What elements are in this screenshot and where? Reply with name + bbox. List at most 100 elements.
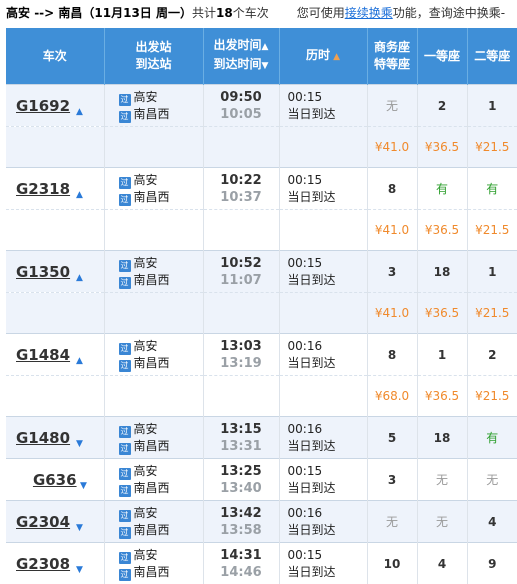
second-price: ¥21.5	[467, 127, 517, 168]
to-station-name: 南昌西	[134, 107, 170, 121]
expand-up-icon[interactable]: ▲	[76, 356, 83, 366]
train-code-link[interactable]: G2304	[16, 513, 70, 531]
pass-badge-icon: 过	[119, 177, 131, 189]
departure-time: 14:31	[204, 547, 279, 564]
pass-badge-icon: 过	[119, 277, 131, 289]
times-cell: 09:5010:05	[203, 85, 279, 127]
col-duration-label: 历时	[306, 48, 330, 62]
train-code-link[interactable]: G1692	[16, 97, 70, 115]
second-seat-cell: 9	[467, 543, 517, 584]
train-code-link[interactable]: G636	[33, 471, 77, 489]
train-cell: G1692 ▲	[6, 85, 104, 127]
pass-badge-icon: 过	[119, 260, 131, 272]
business-seat-cell: 3	[367, 459, 417, 501]
train-row[interactable]: G2304▼过高安过南昌西13:4213:5800:16当日到达无无4	[6, 501, 517, 543]
train-code-link[interactable]: G1350	[16, 263, 70, 281]
first-seat-cell: 2	[417, 85, 467, 127]
pass-badge-icon: 过	[119, 426, 131, 438]
price-spacer	[104, 293, 203, 334]
col-header-first: 一等座	[417, 28, 467, 85]
first-seat-cell: 无	[417, 501, 467, 543]
train-code-link[interactable]: G2308	[16, 555, 70, 573]
to-city: 南昌	[58, 6, 82, 20]
to-station-name: 南昌西	[134, 565, 170, 579]
train-row[interactable]: G2318▲过高安过南昌西10:2210:3700:15当日到达8有有	[6, 168, 517, 210]
from-station: 过高安	[119, 172, 203, 189]
second-seat-cell: 4	[467, 501, 517, 543]
second-seat-cell: 1	[467, 251, 517, 293]
times-cell: 10:5211:07	[203, 251, 279, 293]
duration-value: 00:16	[288, 421, 367, 438]
col-time-label-1: 出发时间	[214, 38, 262, 52]
hint-prefix: 您可使用	[297, 6, 345, 20]
duration-value: 00:15	[288, 547, 367, 564]
business-seat-cell: 10	[367, 543, 417, 584]
col-header-times[interactable]: 出发时间▲ 到达时间▼	[203, 28, 279, 85]
arrival-day: 当日到达	[288, 106, 367, 123]
duration-cell: 00:16当日到达	[279, 417, 367, 459]
train-row[interactable]: G636▼过高安过南昌西13:2513:4000:15当日到达3无无	[6, 459, 517, 501]
sort-duration-icon[interactable]: ▲	[330, 52, 340, 62]
col-business-label-2: 特等座	[368, 56, 417, 73]
train-cell: G2318 ▲	[6, 168, 104, 210]
expand-down-icon[interactable]: ▼	[80, 481, 87, 491]
train-row[interactable]: G2308▼过高安过南昌西14:3114:4600:15当日到达1049	[6, 543, 517, 584]
sort-desc-icon[interactable]: ▼	[262, 61, 269, 71]
train-code-link[interactable]: G2318	[16, 180, 70, 198]
col-header-business: 商务座 特等座	[367, 28, 417, 85]
from-station: 过高安	[119, 89, 203, 106]
train-row[interactable]: G1692▲过高安过南昌西09:5010:0500:15当日到达无21	[6, 85, 517, 127]
second-seat-count: 1	[488, 265, 496, 279]
stations-cell: 过高安过南昌西	[104, 459, 203, 501]
train-row[interactable]: G1350▲过高安过南昌西10:5211:0700:15当日到达3181	[6, 251, 517, 293]
times-cell: 10:2210:37	[203, 168, 279, 210]
arrival-time: 10:05	[204, 106, 279, 123]
expand-up-icon[interactable]: ▲	[76, 107, 83, 117]
col-train-label: 车次	[43, 49, 67, 63]
from-station: 过高安	[119, 547, 203, 564]
second-seat-cell: 2	[467, 334, 517, 376]
pass-badge-icon: 过	[119, 111, 131, 123]
price-row: ¥41.0¥36.5¥21.5	[6, 210, 517, 251]
arrival-time: 10:37	[204, 189, 279, 206]
to-station: 过南昌西	[119, 522, 203, 539]
from-station-name: 高安	[134, 90, 158, 104]
pass-badge-icon: 过	[119, 194, 131, 206]
from-station-name: 高安	[134, 422, 158, 436]
first-seat-count: 2	[438, 99, 446, 113]
pass-badge-icon: 过	[119, 569, 131, 581]
expand-down-icon[interactable]: ▼	[76, 523, 83, 533]
train-code-link[interactable]: G1484	[16, 346, 70, 364]
price-spacer	[279, 293, 367, 334]
sort-asc-icon[interactable]: ▲	[262, 42, 269, 52]
from-station-name: 高安	[134, 548, 158, 562]
from-station-name: 高安	[134, 464, 158, 478]
from-station: 过高安	[119, 255, 203, 272]
expand-down-icon[interactable]: ▼	[76, 439, 83, 449]
price-spacer	[6, 127, 104, 168]
from-station-name: 高安	[134, 256, 158, 270]
train-row[interactable]: G1480▼过高安过南昌西13:1513:3100:16当日到达518有	[6, 417, 517, 459]
train-code-link[interactable]: G1480	[16, 429, 70, 447]
business-price: ¥41.0	[367, 293, 417, 334]
departure-time: 13:03	[204, 338, 279, 355]
to-station-name: 南昌西	[134, 523, 170, 537]
duration-cell: 00:15当日到达	[279, 168, 367, 210]
second-seat-count: 无	[486, 473, 498, 487]
col-header-duration[interactable]: 历时 ▲	[279, 28, 367, 85]
second-seat-cell: 1	[467, 85, 517, 127]
business-seat-count: 无	[386, 515, 398, 529]
times-cell: 13:1513:31	[203, 417, 279, 459]
transfer-link[interactable]: 接续换乘	[345, 6, 393, 20]
second-price: ¥21.5	[467, 210, 517, 251]
second-seat-count: 有	[486, 431, 498, 445]
expand-up-icon[interactable]: ▲	[76, 190, 83, 200]
expand-down-icon[interactable]: ▼	[76, 565, 83, 575]
price-spacer	[203, 127, 279, 168]
pass-badge-icon: 过	[119, 485, 131, 497]
arrival-time: 13:58	[204, 522, 279, 539]
times-cell: 13:4213:58	[203, 501, 279, 543]
train-row[interactable]: G1484▲过高安过南昌西13:0313:1900:16当日到达812	[6, 334, 517, 376]
arrival-day: 当日到达	[288, 438, 367, 455]
expand-up-icon[interactable]: ▲	[76, 273, 83, 283]
